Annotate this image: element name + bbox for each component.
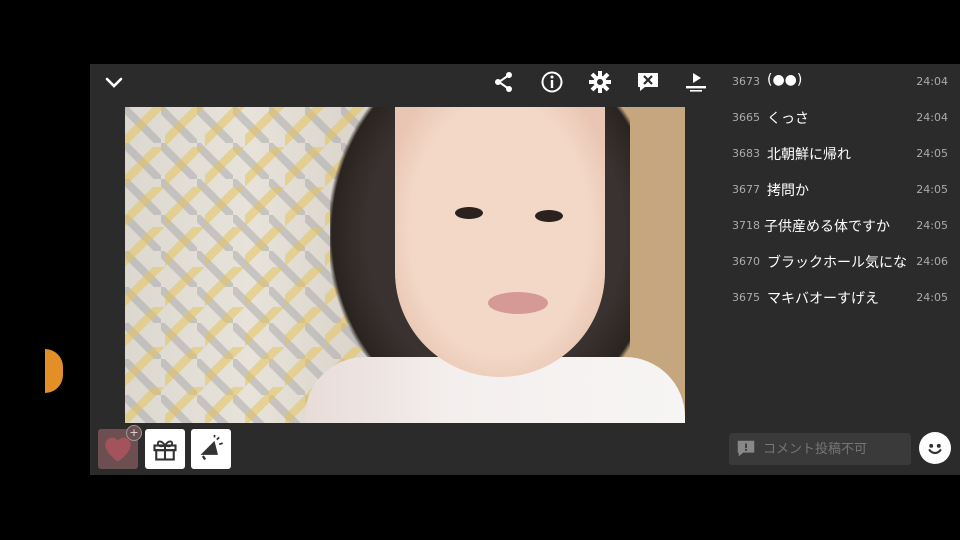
comment-number: 3673 — [732, 75, 760, 88]
comment-input[interactable] — [757, 440, 905, 458]
comment-time: 24:05 — [916, 291, 948, 304]
comment-icon — [737, 440, 755, 457]
comment-row: 3670 ブラックホール気にな 24:06 — [730, 244, 960, 280]
video-subject-mouth — [488, 292, 548, 314]
comment-row: 3683 北朝鮮に帰れ 24:05 — [730, 136, 960, 172]
megaphone-button[interactable] — [191, 429, 231, 469]
comment-time: 24:04 — [916, 111, 948, 124]
video-subject-eye-right — [535, 210, 563, 222]
comment-text: マキバオーすげえ — [767, 291, 879, 307]
comment-time: 24:04 — [916, 75, 948, 88]
comment-number: 3675 — [732, 291, 760, 304]
comment-number: 3683 — [732, 147, 760, 160]
comment-time: 24:05 — [916, 147, 948, 160]
comment-time: 24:06 — [916, 255, 948, 268]
heart-button[interactable]: + — [98, 425, 142, 469]
comment-row: 3673 (●●) 24:04 — [730, 64, 960, 100]
video-subject-face — [395, 107, 605, 377]
close-comments-icon[interactable] — [634, 68, 662, 96]
gift-button[interactable] — [145, 429, 185, 469]
side-dot-left — [45, 349, 63, 393]
comment-time: 24:05 — [916, 183, 948, 196]
gear-icon[interactable] — [586, 68, 614, 96]
toolbar — [90, 64, 726, 100]
player-window: + 3673 (●●) 24:04 3665 くっさ 24:04 3683 北朝… — [90, 64, 960, 475]
comment-row: 3665 くっさ 24:04 — [730, 100, 960, 136]
comment-text: (●●) — [767, 72, 803, 88]
info-icon[interactable] — [538, 68, 566, 96]
heart-badge: + — [126, 425, 142, 441]
comment-text: 拷問か — [767, 183, 809, 199]
comment-text: くっさ — [767, 111, 809, 127]
comment-row: 3675 マキバオーすげえ 24:05 — [730, 280, 960, 316]
comment-time: 24:05 — [916, 219, 948, 232]
comment-list: 3673 (●●) 24:04 3665 くっさ 24:04 3683 北朝鮮に… — [730, 64, 960, 424]
gift-icon — [153, 440, 177, 461]
comment-number: 3677 — [732, 183, 760, 196]
comment-input-box — [729, 433, 911, 465]
chevron-down-icon[interactable] — [100, 68, 128, 96]
comment-text: ブラックホール気にな — [767, 255, 907, 271]
video-subject-eye-left — [455, 207, 483, 219]
smiley-icon — [928, 443, 942, 455]
comment-number: 3670 — [732, 255, 760, 268]
comment-number: 3665 — [732, 111, 760, 124]
megaphone-icon — [200, 435, 223, 461]
emoji-button[interactable] — [919, 432, 951, 464]
comment-text: 北朝鮮に帰れ — [767, 147, 851, 163]
playlist-icon[interactable] — [682, 68, 710, 96]
comment-number: 3718 — [732, 219, 760, 232]
comment-row: 3677 拷問か 24:05 — [730, 172, 960, 208]
comment-row: 3718 子供産める体ですか 24:05 — [730, 208, 960, 244]
share-icon[interactable] — [490, 68, 518, 96]
comment-text: 子供産める体ですか — [764, 219, 890, 235]
video-stream[interactable] — [125, 107, 685, 423]
